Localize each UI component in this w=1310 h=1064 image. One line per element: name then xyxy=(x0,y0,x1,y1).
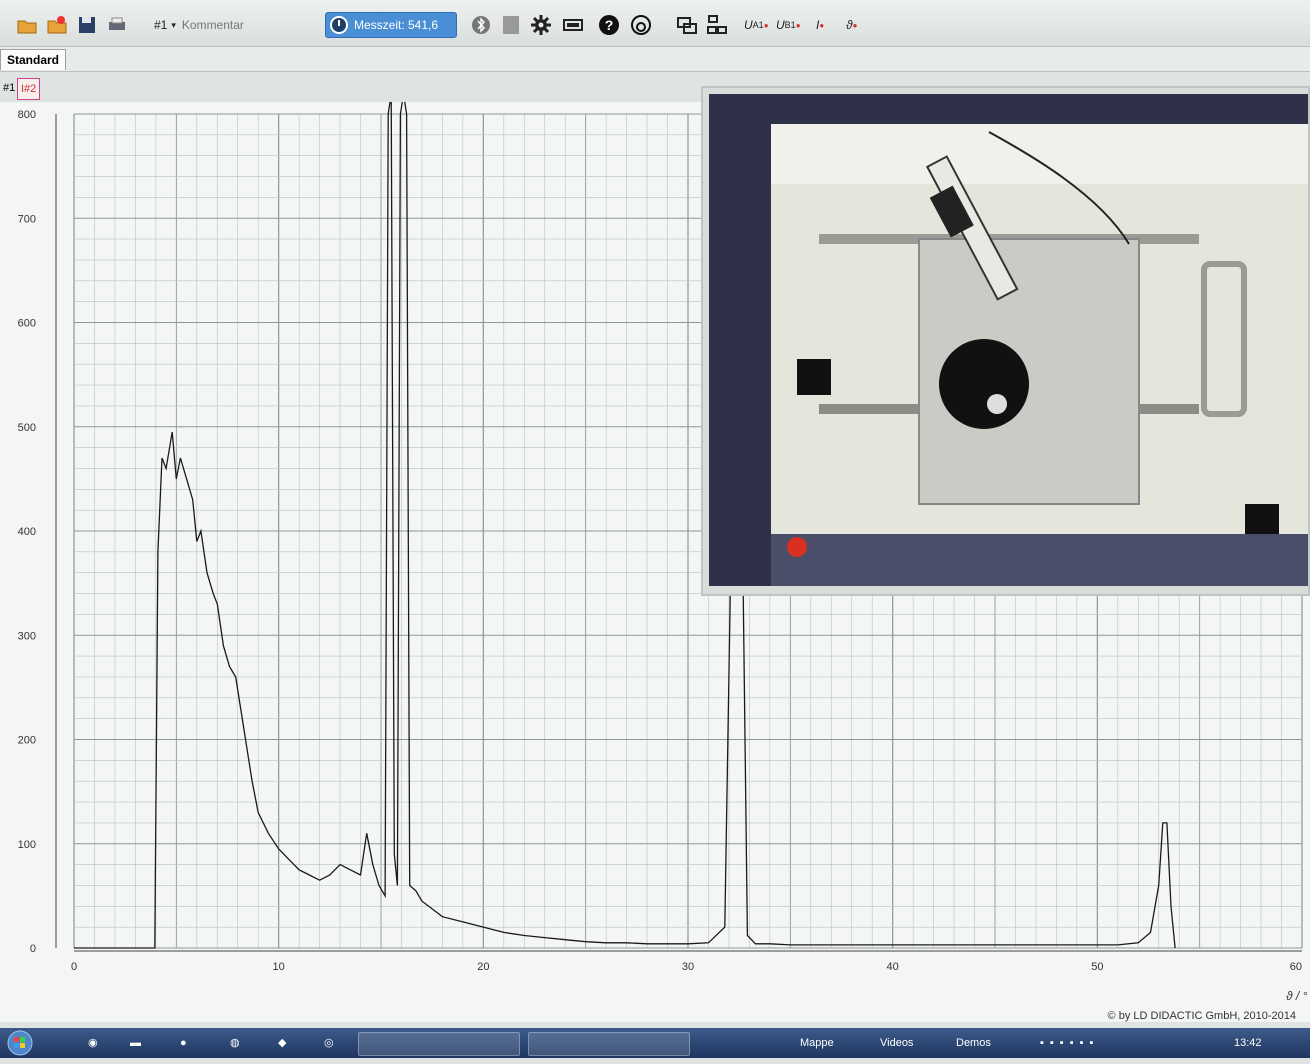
window-layout-button[interactable] xyxy=(676,12,698,38)
y-tick-label: 800 xyxy=(18,109,36,121)
ua1-label: U xyxy=(744,18,753,32)
taskbar-toolbar-videos[interactable]: Videos xyxy=(880,1032,913,1054)
channel-selector[interactable]: #1 ▾ Kommentar xyxy=(154,12,244,38)
ua1-sensor-button[interactable]: U A1 ● xyxy=(744,12,769,38)
tab-standard[interactable]: Standard xyxy=(0,49,67,70)
subtab-2[interactable]: I#2 xyxy=(17,78,41,100)
bluetooth-button[interactable] xyxy=(470,12,492,38)
ub1-subscript: B1 xyxy=(784,20,796,30)
y-tick-label: 300 xyxy=(18,630,36,642)
chevron-down-icon: ▾ xyxy=(171,19,176,30)
apparatus-photo xyxy=(709,94,1308,586)
toolbar: #1 ▾ Kommentar Messzeit: 541,6 ? U A1 ● UB… xyxy=(0,0,1310,47)
red-dot-icon: ● xyxy=(763,20,769,30)
subtab-1[interactable]: #1 xyxy=(0,78,18,98)
channel-label: #1 xyxy=(154,18,168,32)
display-button[interactable] xyxy=(562,12,584,38)
measure-time-label: Messzeit: 541,6 xyxy=(354,18,439,32)
y-tick-label: 700 xyxy=(18,213,36,225)
x-tick-label: 60 xyxy=(1290,961,1302,973)
network-icon xyxy=(707,15,727,34)
angle-sensor-button[interactable]: ϑ ● xyxy=(846,12,857,38)
panel-button[interactable] xyxy=(500,12,522,38)
ua1-subscript: A1 xyxy=(752,20,764,30)
folder-icon xyxy=(17,20,37,34)
svg-text:?: ? xyxy=(605,17,614,33)
x-tick-label: 10 xyxy=(273,961,285,973)
save-button[interactable] xyxy=(76,12,98,38)
y-tick-label: 500 xyxy=(18,422,36,434)
y-tick-label: 400 xyxy=(18,526,36,538)
explorer-icon[interactable]: ▬ xyxy=(130,1032,141,1054)
taskbar-toolbar-demos[interactable]: Demos xyxy=(956,1032,991,1054)
red-dot-icon: ● xyxy=(795,20,801,30)
red-dot-icon: ● xyxy=(852,20,858,30)
info-button[interactable] xyxy=(630,12,652,38)
firefox-icon[interactable]: ◍ xyxy=(230,1032,240,1054)
intensity-sensor-button[interactable]: I ● xyxy=(816,12,824,38)
y-axis-ticks: 0 100 200 300 400 500 600 700 800 xyxy=(18,109,36,955)
x-tick-label: 50 xyxy=(1091,961,1103,973)
taskbar-toolbar-mappe[interactable]: Mappe xyxy=(800,1032,834,1054)
gear-icon xyxy=(531,15,551,35)
start-button[interactable] xyxy=(6,1030,34,1056)
measure-time-button[interactable]: Messzeit: 541,6 xyxy=(325,12,457,38)
open-file-button[interactable] xyxy=(16,12,38,38)
camera-video-frame xyxy=(709,94,1308,586)
x-tick-label: 40 xyxy=(887,961,899,973)
taskbar-app-cassy[interactable] xyxy=(358,1032,520,1056)
print-button[interactable] xyxy=(106,12,128,38)
browser-icon[interactable]: ◉ xyxy=(88,1032,98,1054)
red-dot-icon: ● xyxy=(819,20,825,30)
y-tick-label: 0 xyxy=(30,943,36,955)
display-icon xyxy=(563,19,583,31)
info-circle-icon xyxy=(631,15,651,35)
window-layout-icon xyxy=(677,17,697,34)
help-button[interactable]: ? xyxy=(598,12,620,38)
ub1-label: U xyxy=(776,18,785,32)
y-tick-label: 200 xyxy=(18,735,36,747)
windows-start-icon xyxy=(7,1030,33,1056)
comment-field[interactable]: Kommentar xyxy=(182,18,244,32)
x-axis-label: ϑ / ° xyxy=(1286,989,1308,1003)
taskbar-app-window[interactable] xyxy=(528,1032,690,1056)
bluetooth-icon xyxy=(472,16,490,34)
globe-icon[interactable]: ◎ xyxy=(324,1032,334,1054)
copyright-notice: © by LD DIDACTIC GmbH, 2010-2014 xyxy=(1107,1010,1296,1022)
x-tick-label: 20 xyxy=(477,961,489,973)
media-player-icon[interactable]: ● xyxy=(180,1032,187,1054)
app-icon[interactable]: ◆ xyxy=(278,1032,286,1054)
x-tick-label: 0 xyxy=(71,961,77,973)
x-axis-ticks: 0 10 20 30 40 50 60 xyxy=(71,961,1302,973)
open-example-button[interactable] xyxy=(46,12,68,38)
ub1-sensor-button[interactable]: U B1 ● xyxy=(776,12,801,38)
help-icon: ? xyxy=(599,15,619,35)
angle-label: ϑ xyxy=(846,18,853,32)
taskbar-clock[interactable]: 13:42 xyxy=(1234,1032,1262,1054)
network-button[interactable] xyxy=(706,12,728,38)
y-tick-label: 100 xyxy=(18,839,36,851)
tab-bar: Standard xyxy=(0,47,1310,72)
grid-panel-icon xyxy=(503,16,519,34)
x-tick-label: 30 xyxy=(682,961,694,973)
y-tick-label: 600 xyxy=(18,318,36,330)
floppy-disk-icon xyxy=(79,17,95,33)
stopwatch-icon xyxy=(330,16,348,34)
taskbar: ◉ ▬ ● ◍ ◆ ◎ Mappe Videos Demos ▪▪▪▪▪▪ 13… xyxy=(0,1028,1310,1058)
printer-icon xyxy=(109,17,125,30)
settings-button[interactable] xyxy=(530,12,552,38)
system-tray-icons[interactable]: ▪▪▪▪▪▪ xyxy=(1040,1032,1099,1054)
folder-star-icon xyxy=(47,16,67,34)
camera-video-window[interactable] xyxy=(701,86,1310,596)
